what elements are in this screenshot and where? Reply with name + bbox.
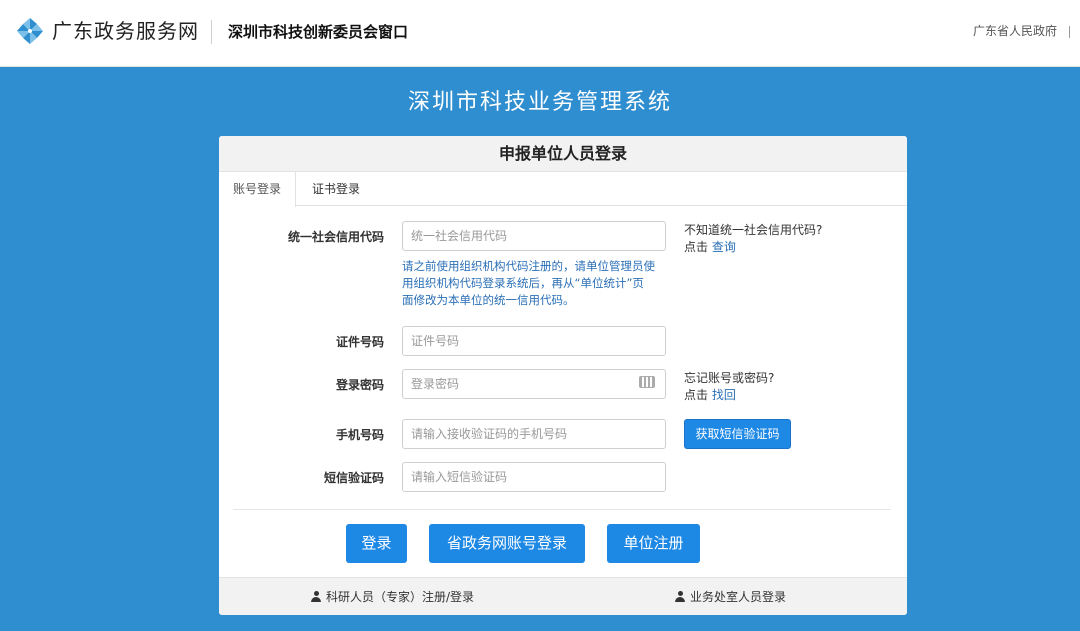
site-header: 广东政务服务网 深圳市科技创新委员会窗口 广东省人民政府 xyxy=(0,0,1080,67)
phone-input[interactable] xyxy=(402,419,666,449)
hint-line: 面修改为本单位的统一信用代码。 xyxy=(402,293,575,307)
hint-line: 用组织机构代码登录系统后，再从“单位统计”页 xyxy=(402,276,644,290)
credit-code-query-link[interactable]: 查询 xyxy=(712,240,736,254)
site-logo-text[interactable]: 广东政务服务网 xyxy=(52,17,199,45)
forgot-password-tip: 忘记账号或密码? 点击 找回 xyxy=(684,370,774,404)
header-subtitle: 深圳市科技创新委员会窗口 xyxy=(228,23,409,41)
forgot-password-link[interactable]: 找回 xyxy=(712,388,736,402)
system-title: 深圳市科技业务管理系统 xyxy=(407,90,672,115)
cert-number-input[interactable] xyxy=(402,326,666,356)
login-card-footer: 科研人员（专家）注册/登录 业务处室人员登录 xyxy=(219,577,907,615)
sms-code-label: 短信验证码 xyxy=(323,471,384,485)
researcher-login-link[interactable]: 科研人员（专家）注册/登录 xyxy=(311,578,474,615)
office-staff-login-label: 业务处室人员登录 xyxy=(690,590,787,604)
login-tabs: 账号登录 证书登录 xyxy=(219,172,907,207)
gov-account-login-button[interactable]: 省政务网账号登录 xyxy=(429,524,585,563)
header-right-separator xyxy=(1069,25,1070,38)
forgot-password-question: 忘记账号或密码? xyxy=(684,371,775,385)
gov-portal-link[interactable]: 广东省人民政府 xyxy=(973,24,1057,38)
credit-code-hint: 请之前使用组织机构代码注册的，请单位管理员使 用组织机构代码登录系统后，再从“单… xyxy=(402,258,668,309)
unit-register-button[interactable]: 单位注册 xyxy=(607,524,700,563)
password-input[interactable] xyxy=(402,369,666,399)
form-divider xyxy=(233,509,891,510)
credit-code-question: 不知道统一社会信用代码? xyxy=(684,223,823,237)
credit-code-tip-line: 点击 查询 xyxy=(684,239,822,256)
cert-number-label: 证件号码 xyxy=(335,335,384,349)
credit-code-click-text: 点击 xyxy=(684,240,709,254)
user-icon xyxy=(675,591,685,602)
password-label: 登录密码 xyxy=(335,378,384,392)
credit-code-input[interactable] xyxy=(402,221,666,251)
office-staff-login-link[interactable]: 业务处室人员登录 xyxy=(675,578,786,615)
credit-code-label: 统一社会信用代码 xyxy=(287,230,384,244)
keyboard-icon[interactable] xyxy=(639,376,655,388)
researcher-login-label: 科研人员（专家）注册/登录 xyxy=(326,590,475,604)
tab-certificate-login[interactable]: 证书登录 xyxy=(298,172,374,207)
hint-line: 请之前使用组织机构代码注册的，请单位管理员使 xyxy=(402,259,655,273)
user-icon xyxy=(311,591,321,602)
login-button[interactable]: 登录 xyxy=(346,524,407,563)
tab-account-login[interactable]: 账号登录 xyxy=(219,172,297,207)
login-card-title: 申报单位人员登录 xyxy=(219,136,907,172)
sms-code-input[interactable] xyxy=(402,462,666,492)
get-sms-code-button[interactable]: 获取短信验证码 xyxy=(684,419,791,449)
credit-code-tip: 不知道统一社会信用代码? 点击 查询 xyxy=(684,222,822,256)
pinwheel-logo-icon[interactable] xyxy=(16,17,44,45)
forgot-password-tip-line: 点击 找回 xyxy=(684,387,774,404)
header-divider xyxy=(211,20,212,44)
phone-label: 手机号码 xyxy=(335,428,384,442)
forgot-click-text: 点击 xyxy=(684,388,709,402)
header-right-area: 广东省人民政府 xyxy=(973,20,1070,42)
login-card: 申报单位人员登录 账号登录 证书登录 统一社会信用代码 不知道统一社会信用代码?… xyxy=(219,136,907,615)
